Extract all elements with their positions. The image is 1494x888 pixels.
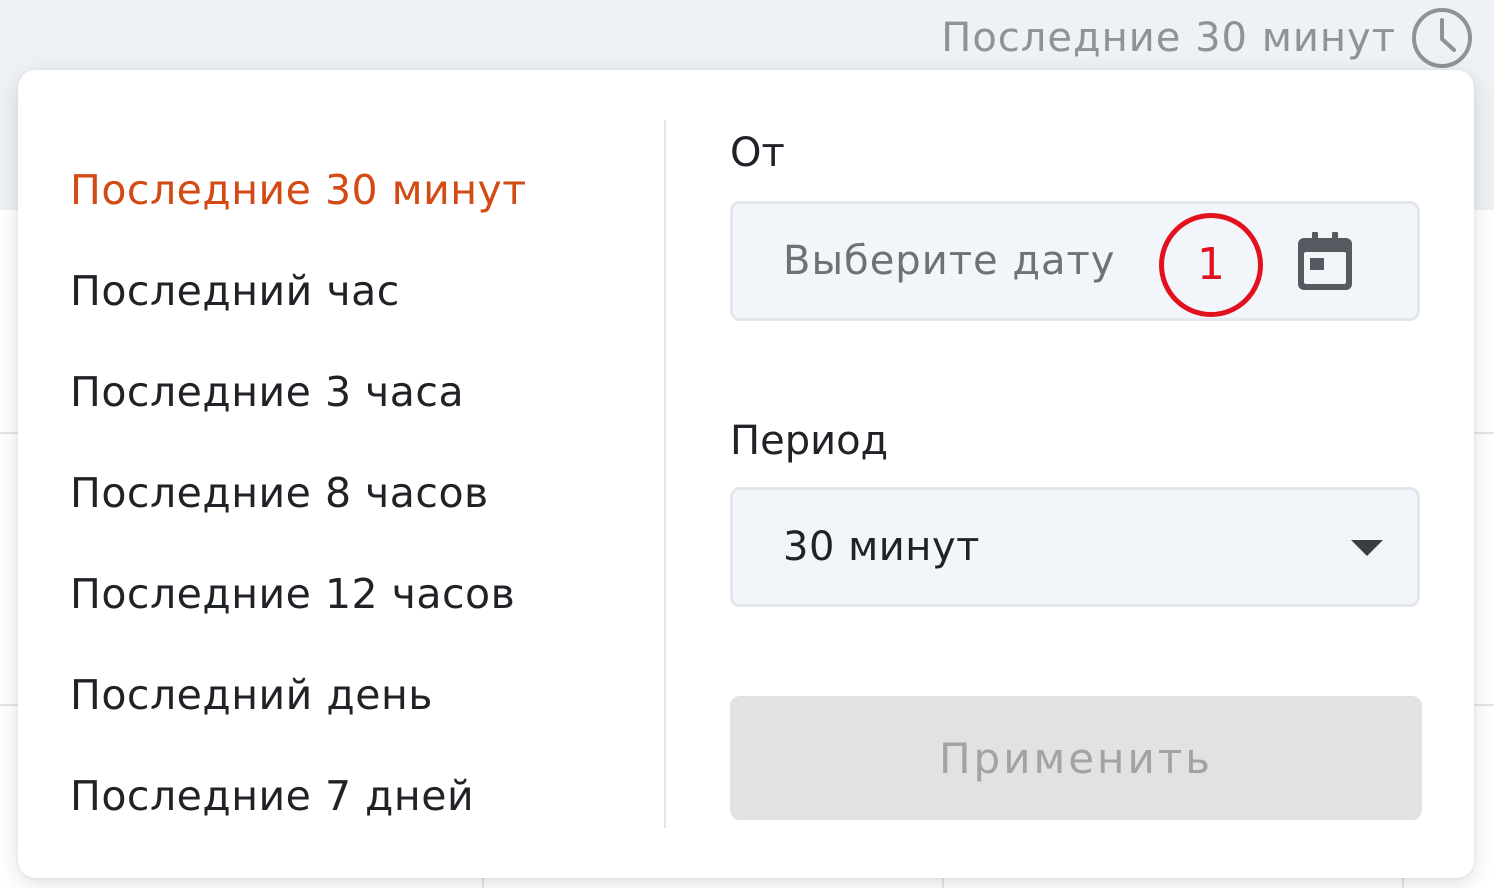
date-picker-input[interactable]: Выберите дату 1 — [730, 201, 1420, 321]
period-label: Период — [730, 418, 889, 464]
preset-item[interactable]: Последние 12 часов — [70, 544, 527, 645]
period-select-value: 30 минут — [783, 524, 980, 570]
from-label: От — [730, 130, 785, 176]
preset-item[interactable]: Последние 30 минут — [70, 140, 527, 241]
annotation-marker: 1 — [1159, 213, 1263, 317]
time-range-popover: Последние 30 минут Последний час Последн… — [18, 70, 1474, 878]
period-select[interactable]: 30 минут — [730, 487, 1420, 607]
preset-list: Последние 30 минут Последний час Последн… — [70, 140, 527, 847]
vertical-divider — [664, 120, 666, 828]
preset-item[interactable]: Последние 7 дней — [70, 746, 527, 847]
preset-item[interactable]: Последние 3 часа — [70, 342, 527, 443]
calendar-icon[interactable] — [1295, 230, 1355, 294]
time-range-trigger[interactable]: Последние 30 минут — [941, 6, 1474, 70]
time-range-trigger-label: Последние 30 минут — [941, 15, 1396, 61]
apply-button[interactable]: Применить — [730, 696, 1422, 820]
date-picker-placeholder: Выберите дату — [783, 238, 1116, 284]
preset-item[interactable]: Последний день — [70, 645, 527, 746]
clock-icon — [1412, 8, 1472, 68]
preset-item[interactable]: Последний час — [70, 241, 527, 342]
preset-item[interactable]: Последние 8 часов — [70, 443, 527, 544]
chevron-down-icon — [1351, 540, 1383, 556]
